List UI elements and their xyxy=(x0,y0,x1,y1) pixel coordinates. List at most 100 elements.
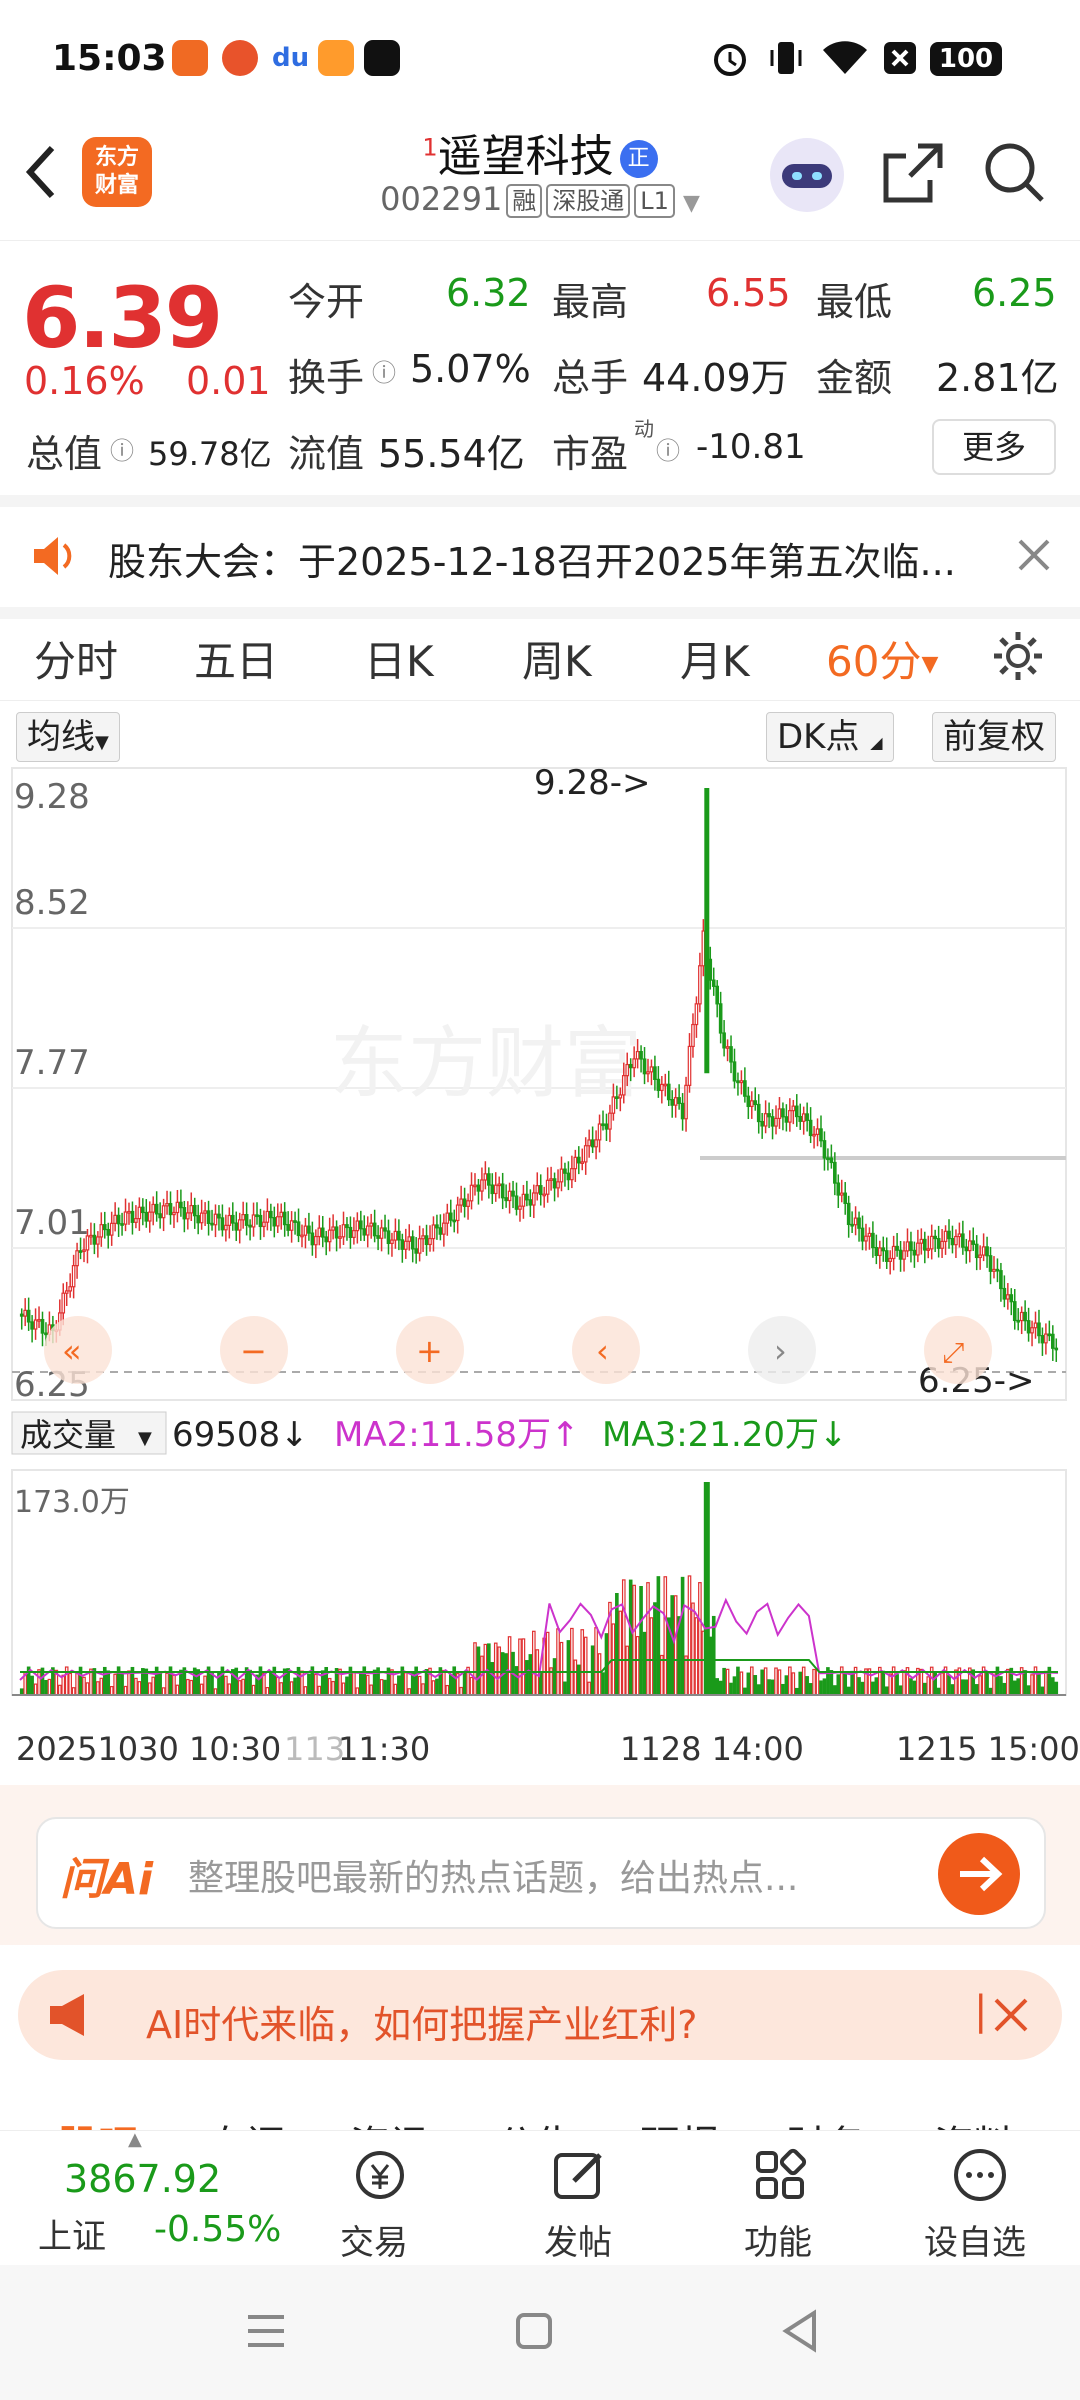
candle xyxy=(708,958,713,981)
quote-panel: 6.39 0.16% 0.01 总值 ⓘ 59.78亿 今开 6.32 最高 6… xyxy=(0,240,1080,496)
candle xyxy=(473,1184,477,1188)
tab-60min[interactable]: 60分▼ xyxy=(826,628,938,689)
adjust-button[interactable]: 前复权 xyxy=(932,712,1056,762)
index-name: 上证 xyxy=(38,2217,106,2257)
tab-5day[interactable]: 五日 xyxy=(194,628,278,689)
volume-bar xyxy=(545,1631,550,1696)
volume-bar xyxy=(397,1675,401,1696)
candle xyxy=(258,1214,263,1228)
candle xyxy=(33,1319,38,1330)
ma2-label: MA2:11.58万↑ xyxy=(334,1415,580,1455)
tab-weekly[interactable]: 周K xyxy=(522,628,592,689)
volume-bar xyxy=(940,1672,944,1696)
svg-text:‹: ‹ xyxy=(596,1332,609,1370)
connect-tag: 深股通 xyxy=(546,184,631,218)
volume-bar xyxy=(729,1682,733,1696)
volume-bar xyxy=(521,1638,526,1696)
close-icon[interactable] xyxy=(990,1994,1032,2036)
candle xyxy=(615,1096,619,1100)
candle xyxy=(545,1179,550,1195)
candle xyxy=(210,1222,214,1226)
promo-banner[interactable]: AI时代来临，如何把握产业红利? | xyxy=(18,1970,1062,2060)
search-icon[interactable] xyxy=(982,140,1048,206)
candle xyxy=(608,1112,612,1130)
volume-bar xyxy=(846,1686,851,1696)
candle xyxy=(999,1270,1003,1290)
zoom-in-button[interactable]: + xyxy=(396,1316,464,1384)
candle xyxy=(365,1225,370,1236)
candle xyxy=(317,1227,322,1238)
volume-bar xyxy=(922,1682,927,1696)
candle xyxy=(542,1193,547,1197)
ai-search-box[interactable]: 问Ai 整理股吧最新的热点话题，给出热点... xyxy=(36,1817,1046,1929)
more-button[interactable]: 更多 xyxy=(932,419,1056,475)
gear-icon[interactable] xyxy=(990,628,1046,684)
info-icon[interactable]: ⓘ xyxy=(656,431,680,466)
candle xyxy=(791,1105,796,1112)
notice-text: 股东大会：于2025-12-18召开2025年第五次临... xyxy=(108,540,956,584)
candle xyxy=(189,1205,194,1214)
candle xyxy=(452,1219,457,1223)
tab-daily[interactable]: 日K xyxy=(364,628,434,689)
candle xyxy=(241,1214,245,1221)
back-nav-icon[interactable] xyxy=(780,2309,820,2353)
caret-down-icon[interactable]: ▼ xyxy=(683,191,700,216)
candle xyxy=(850,1223,854,1227)
candle xyxy=(556,1181,560,1189)
volume-bar xyxy=(147,1682,152,1696)
candle xyxy=(988,1255,993,1272)
volume-bar xyxy=(127,1670,131,1696)
pe-superscript: 动 xyxy=(634,417,654,441)
ai-submit-button[interactable] xyxy=(938,1833,1020,1915)
volume-bar xyxy=(421,1683,425,1696)
volume-bar xyxy=(583,1636,588,1696)
ai-assistant-icon[interactable] xyxy=(770,138,844,212)
volume-bar xyxy=(964,1679,969,1696)
y-tick-label: 8.52 xyxy=(14,883,90,923)
nav-post[interactable]: 发帖 xyxy=(530,2131,630,2266)
zoom-out-button[interactable]: − xyxy=(220,1316,288,1384)
index-ticker[interactable]: ▲ 3867.92 上证 -0.55% xyxy=(0,2129,281,2266)
candle xyxy=(61,1292,66,1314)
close-icon[interactable] xyxy=(1014,535,1054,575)
nav-functions[interactable]: 功能 xyxy=(730,2131,830,2266)
app-notification-icon xyxy=(172,40,208,76)
volume-bar xyxy=(1044,1670,1048,1696)
info-icon[interactable]: ⓘ xyxy=(110,431,134,466)
candle xyxy=(794,1105,799,1118)
pan-left-fast-button[interactable]: « xyxy=(44,1316,112,1384)
home-icon[interactable] xyxy=(514,2311,554,2351)
nav-add-watchlist[interactable]: 设自选 xyxy=(920,2131,1040,2266)
share-icon[interactable] xyxy=(880,140,946,206)
candle xyxy=(961,1233,965,1248)
stock-name: 遥望科技 xyxy=(437,131,614,182)
info-icon[interactable]: ⓘ xyxy=(372,353,396,388)
volume-bar xyxy=(615,1593,619,1696)
volume-selector[interactable]: 成交量 ▼ xyxy=(11,1411,167,1455)
tab-intraday[interactable]: 分时 xyxy=(34,628,118,689)
nav-trade[interactable]: 交易 xyxy=(330,2131,430,2266)
volume-bar xyxy=(203,1675,207,1696)
pan-right-button[interactable]: › xyxy=(748,1316,816,1384)
low-label: 最低 xyxy=(816,280,893,324)
candle xyxy=(71,1265,76,1288)
volume-bar xyxy=(314,1673,318,1696)
amount-label: 金额 xyxy=(816,356,893,400)
volume-bar xyxy=(978,1675,982,1696)
volume-bar xyxy=(120,1673,124,1696)
dk-points-button[interactable]: DK点 ◢ xyxy=(766,712,894,762)
back-button[interactable] xyxy=(22,140,62,215)
candle xyxy=(784,1116,789,1123)
fullscreen-button[interactable]: ⤢ xyxy=(924,1316,992,1384)
volume-bar xyxy=(912,1680,917,1696)
candle xyxy=(995,1268,1000,1272)
candlestick-chart[interactable]: 东方财富 9.28 8.52 7.77 7.01 6.25 9.28-> 6.2… xyxy=(0,760,1080,1780)
notice-bar[interactable]: 股东大会：于2025-12-18召开2025年第五次临... xyxy=(0,495,1080,619)
pan-left-button[interactable]: ‹ xyxy=(572,1316,640,1384)
tab-monthly[interactable]: 月K xyxy=(680,628,750,689)
candle xyxy=(151,1203,156,1213)
candle xyxy=(435,1224,439,1229)
menu-icon[interactable] xyxy=(244,2311,288,2351)
ma-selector[interactable]: 均线▼ xyxy=(16,712,120,762)
max-price-label: 9.28-> xyxy=(534,763,650,803)
